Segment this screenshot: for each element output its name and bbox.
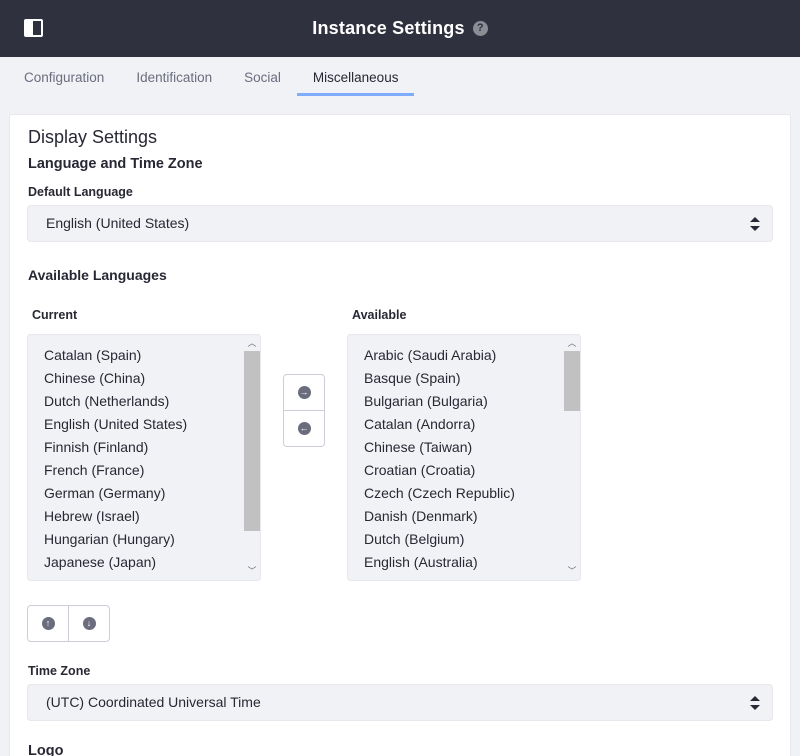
current-options: Catalan (Spain) Chinese (China) Dutch (Net… <box>44 344 187 580</box>
page-title: Instance Settings <box>312 18 465 38</box>
time-zone-value: (UTC) Coordinated Universal Time <box>46 694 261 710</box>
default-language-select[interactable]: English (United States) <box>27 205 773 242</box>
available-label: Available <box>352 308 407 322</box>
help-icon[interactable]: ? <box>472 21 488 36</box>
available-options: Arabic (Saudi Arabia) Basque (Spain) Bulga… <box>364 344 523 580</box>
tab-identification[interactable]: Identification <box>120 57 228 98</box>
current-label: Current <box>32 308 78 322</box>
language-option[interactable]: Croatian (Croatia) <box>364 459 523 482</box>
language-option[interactable]: Arabic (Saudi Arabia) <box>364 344 523 367</box>
language-option[interactable]: Danish (Denmark) <box>364 505 523 528</box>
language-timezone-heading: Language and Time Zone <box>28 156 203 172</box>
default-language-value: English (United States) <box>46 215 190 231</box>
scroll-thumb[interactable] <box>564 351 580 411</box>
time-zone-label: Time Zone <box>28 664 91 678</box>
language-option[interactable]: Hungarian (Hungary) <box>44 528 187 551</box>
arrow-left-circle-icon: ← <box>297 422 311 435</box>
available-languages-heading: Available Languages <box>28 267 167 283</box>
arrow-down-circle-icon: ↓ <box>82 617 96 630</box>
move-buttons: → ← <box>283 374 325 447</box>
language-option[interactable]: English (United States) <box>44 413 187 436</box>
available-languages-list[interactable]: Arabic (Saudi Arabia) Basque (Spain) Bulga… <box>347 334 581 581</box>
current-scrollbar[interactable]: ︿ ﹀ <box>244 335 260 580</box>
select-caret-icon <box>750 696 760 710</box>
app-header: Instance Settings ? <box>0 0 800 57</box>
move-down-button[interactable]: ↓ <box>69 606 109 641</box>
language-option[interactable]: Czech (Czech Republic) <box>364 482 523 505</box>
display-settings-heading: Display Settings <box>28 127 158 147</box>
language-option[interactable]: German (Germany) <box>44 482 187 505</box>
language-option[interactable]: English (Australia) <box>364 551 523 574</box>
tab-configuration[interactable]: Configuration <box>8 57 120 98</box>
panel-toggle-icon[interactable] <box>24 19 43 37</box>
language-option[interactable]: Dutch (Netherlands) <box>44 390 187 413</box>
reorder-buttons: ↑ ↓ <box>27 605 110 642</box>
scroll-thumb[interactable] <box>244 351 260 531</box>
move-up-button[interactable]: ↑ <box>28 606 68 641</box>
scroll-down-icon[interactable]: ﹀ <box>247 566 257 576</box>
available-scrollbar[interactable]: ︿ ﹀ <box>564 335 580 580</box>
move-right-button[interactable]: → <box>284 375 324 410</box>
language-option[interactable]: Bulgarian (Bulgaria) <box>364 390 523 413</box>
language-option[interactable]: Hebrew (Israel) <box>44 505 187 528</box>
scroll-up-icon[interactable]: ︿ <box>247 338 257 348</box>
language-option[interactable]: English (United Kingdom) <box>364 574 523 580</box>
select-caret-icon <box>750 217 760 231</box>
tab-social[interactable]: Social <box>228 57 297 98</box>
arrow-right-circle-icon: → <box>297 386 311 399</box>
language-option[interactable]: Catalan (Spain) <box>44 344 187 367</box>
scroll-down-icon[interactable]: ﹀ <box>567 566 577 576</box>
current-languages-list[interactable]: Catalan (Spain) Chinese (China) Dutch (Net… <box>27 334 261 581</box>
language-option[interactable]: Chinese (China) <box>44 367 187 390</box>
move-left-button[interactable]: ← <box>284 411 324 446</box>
scroll-up-icon[interactable]: ︿ <box>567 338 577 348</box>
time-zone-select[interactable]: (UTC) Coordinated Universal Time <box>27 684 773 721</box>
language-option[interactable]: Japanese (Japan) <box>44 551 187 574</box>
language-option[interactable]: Portuguese (Brazil) <box>44 574 187 580</box>
language-option[interactable]: Catalan (Andorra) <box>364 413 523 436</box>
language-option[interactable]: French (France) <box>44 459 187 482</box>
default-language-label: Default Language <box>28 185 133 199</box>
settings-card: Display Settings Language and Time Zone … <box>9 114 791 756</box>
arrow-up-circle-icon: ↑ <box>41 617 55 630</box>
logo-heading: Logo <box>28 743 64 756</box>
language-option[interactable]: Finnish (Finland) <box>44 436 187 459</box>
language-option[interactable]: Basque (Spain) <box>364 367 523 390</box>
language-option[interactable]: Dutch (Belgium) <box>364 528 523 551</box>
tab-bar: Configuration Identification Social Misc… <box>0 57 800 98</box>
tab-miscellaneous[interactable]: Miscellaneous <box>296 57 415 98</box>
language-option[interactable]: Chinese (Taiwan) <box>364 436 523 459</box>
